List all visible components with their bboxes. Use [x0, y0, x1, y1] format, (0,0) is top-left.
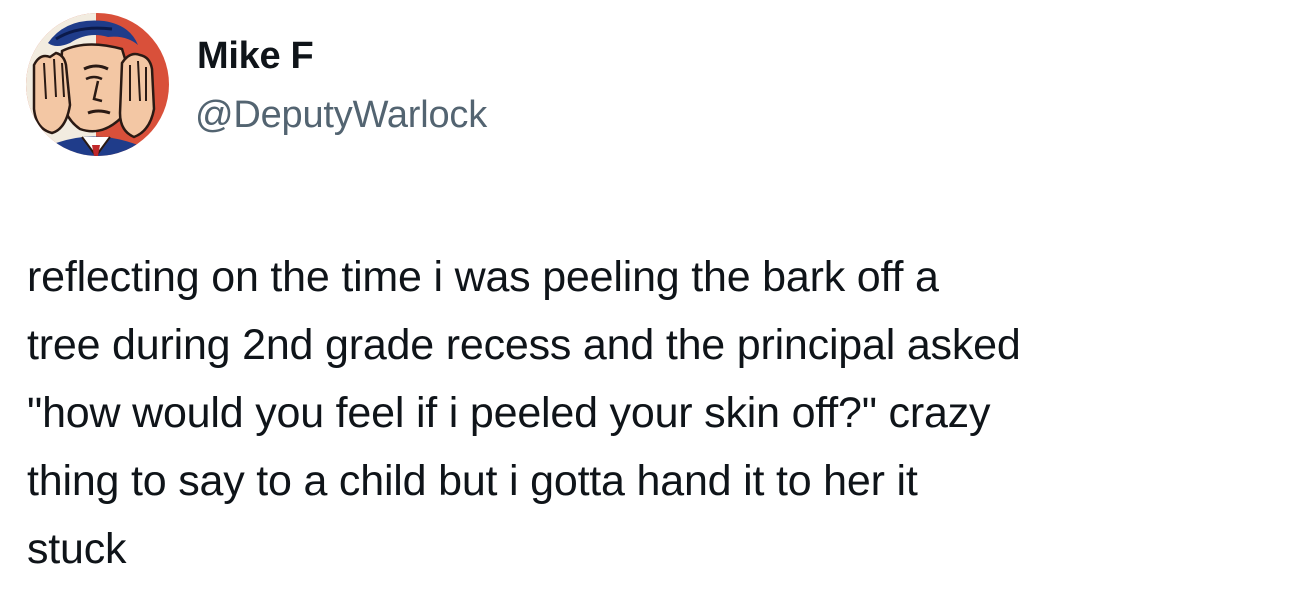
avatar[interactable] — [26, 13, 169, 156]
tweet-text-line: "how would you feel if i peeled your ski… — [27, 389, 991, 437]
tweet-text-line: thing to say to a child but i gotta hand… — [27, 457, 918, 505]
tweet-text-line: reflecting on the time i was peeling the… — [27, 253, 939, 301]
facepalm-avatar-icon — [26, 13, 169, 156]
user-handle[interactable]: @DeputyWarlock — [195, 91, 487, 139]
tweet-text: reflecting on the time i was peeling the… — [27, 243, 1289, 583]
display-name[interactable]: Mike F — [197, 32, 314, 80]
tweet-text-line: stuck — [27, 525, 127, 573]
tweet-card: Mike F @DeputyWarlock reflecting on the … — [0, 0, 1297, 616]
tweet-text-line: tree during 2nd grade recess and the pri… — [27, 321, 1021, 369]
